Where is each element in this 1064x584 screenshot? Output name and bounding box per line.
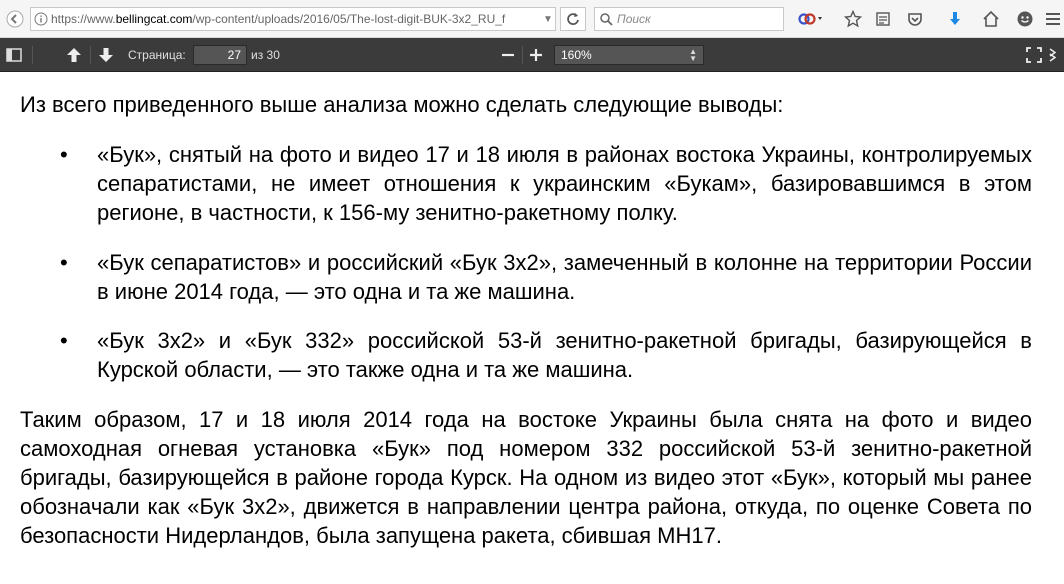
zoom-out-button[interactable] (496, 44, 520, 66)
arrow-down-icon (99, 48, 113, 62)
minus-icon (502, 53, 514, 57)
pocket-button[interactable] (904, 8, 926, 30)
reload-button[interactable] (560, 7, 586, 31)
page-label: Страница: (128, 48, 186, 62)
zoom-select[interactable]: 160% ▲ ▼ (554, 45, 704, 65)
plus-icon (530, 49, 542, 61)
bullet-symbol: • (60, 142, 68, 167)
download-arrow-icon (950, 12, 960, 25)
list-item-text: «Бук 3х2» и «Бук 332» российской 53-й зе… (97, 328, 1032, 382)
url-host: bellingcat.com (115, 12, 193, 26)
list-item-text: «Бук сепаратистов» и российский «Бук 3х2… (97, 250, 1032, 304)
url-bar[interactable]: https://www.bellingcat.com/wp-content/up… (30, 7, 556, 31)
intro-paragraph: Из всего приведенного выше анализа можно… (20, 92, 784, 117)
extension-icon (798, 13, 822, 25)
toolbar-divider (522, 46, 523, 64)
chat-button[interactable] (1014, 8, 1036, 30)
search-placeholder: Поиск (617, 12, 651, 26)
sidebar-toggle-button[interactable] (2, 44, 26, 66)
hamburger-icon (1046, 13, 1060, 25)
list-item-text: «Бук», снятый на фото и видео 17 и 18 ию… (97, 142, 1032, 225)
tools-menu-button[interactable] (1046, 44, 1062, 66)
previous-page-button[interactable] (62, 44, 86, 66)
bullet-symbol: • (60, 328, 68, 353)
next-page-button[interactable] (94, 44, 118, 66)
pocket-icon (908, 13, 922, 26)
pdf-toolbar: Страница: 27 из 30 160% ▲ ▼ (0, 38, 1064, 72)
menu-button[interactable] (1042, 8, 1064, 30)
search-bar[interactable]: Поиск (594, 7, 784, 31)
downloads-button[interactable] (944, 8, 966, 30)
presentation-mode-button[interactable] (1022, 44, 1046, 66)
site-info-icon[interactable] (31, 12, 51, 26)
select-arrows-icon: ▲ ▼ (689, 47, 697, 63)
url-prefix: https://www. (51, 12, 116, 26)
star-icon (844, 10, 862, 28)
search-icon (595, 12, 617, 26)
fullscreen-icon (1026, 47, 1042, 63)
reload-icon (567, 13, 579, 25)
toolbar-divider (32, 46, 33, 64)
bullet-symbol: • (60, 250, 68, 275)
browser-navbar: https://www.bellingcat.com/wp-content/up… (0, 0, 1064, 38)
reading-list-icon (876, 12, 890, 26)
back-arrow-icon (6, 10, 24, 28)
back-button[interactable] (4, 8, 26, 30)
smiley-icon (1017, 11, 1033, 27)
url-path: /wp-content/uploads/2016/05/The-lost-dig… (192, 12, 506, 26)
bookmark-star-button[interactable] (842, 8, 864, 30)
sidebar-icon (6, 48, 22, 62)
conclusion-paragraph: Таким образом, 17 и 18 июля 2014 года на… (20, 407, 1032, 548)
extension-button[interactable] (796, 8, 828, 30)
home-icon (983, 10, 999, 27)
url-text: https://www.bellingcat.com/wp-content/up… (51, 12, 541, 26)
zoom-value: 160% (561, 48, 592, 62)
arrow-up-icon (67, 48, 81, 62)
page-number-input[interactable]: 27 (193, 45, 247, 65)
url-dropdown-icon[interactable]: ▼ (541, 14, 555, 25)
double-chevron-icon (1049, 48, 1057, 62)
zoom-in-button[interactable] (524, 44, 548, 66)
reading-list-button[interactable] (872, 8, 894, 30)
home-button[interactable] (980, 8, 1002, 30)
toolbar-divider (90, 46, 91, 64)
page-count: из 30 (251, 48, 280, 62)
